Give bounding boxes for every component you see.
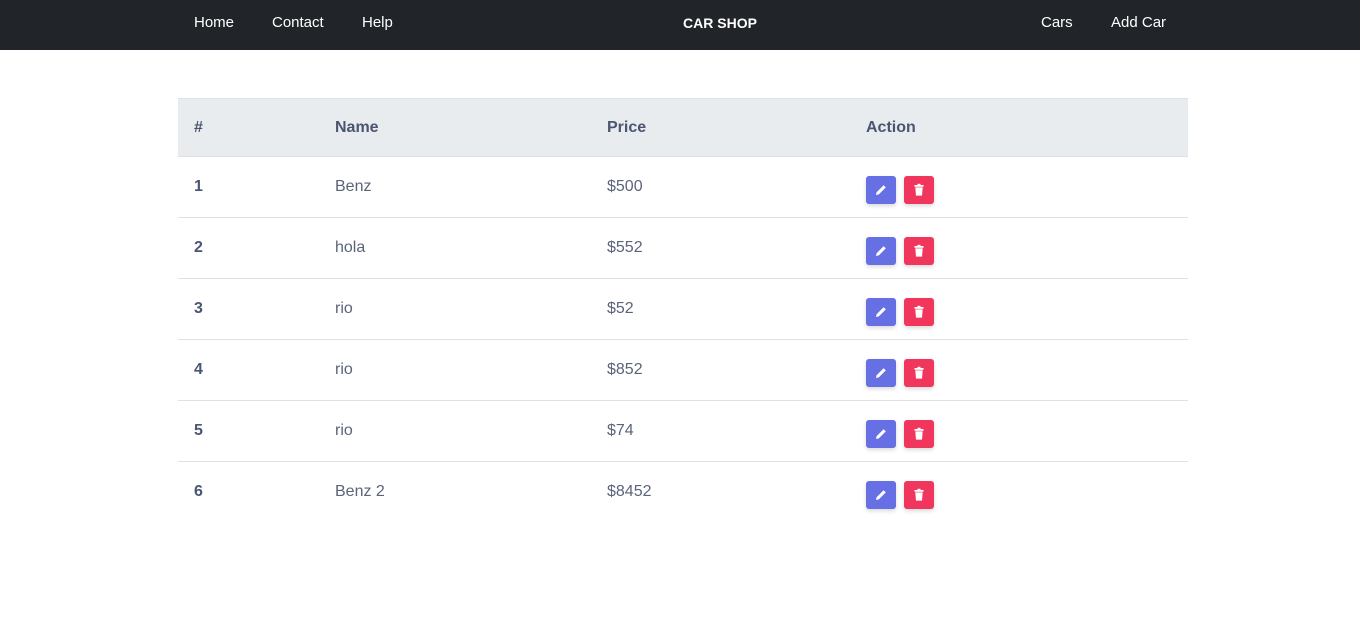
column-header-action: Action	[866, 118, 916, 136]
row-actions	[850, 340, 1188, 401]
table-row: 2 hola $552	[178, 218, 1188, 279]
car-price: $552	[607, 239, 643, 256]
car-price: $8452	[607, 483, 652, 501]
nav-link-add-car[interactable]: Add Car	[1111, 0, 1166, 50]
top-navbar: Home Contact Help CAR SHOP Cars Add Car	[0, 0, 1360, 50]
row-number: 6	[194, 483, 203, 501]
row-actions	[850, 462, 1188, 523]
table-row: 1 Benz $500	[178, 157, 1188, 218]
edit-button[interactable]	[866, 420, 896, 448]
car-price: $500	[607, 178, 643, 195]
car-name: rio	[335, 422, 353, 439]
delete-button[interactable]	[904, 481, 934, 510]
edit-button[interactable]	[866, 298, 896, 326]
delete-button[interactable]	[904, 420, 934, 448]
car-name: Benz 2	[335, 483, 385, 501]
cars-table-container: # Name Price Action 1 Benz $500 2 hola $552 3 r…	[178, 98, 1188, 523]
car-name: Benz	[335, 178, 372, 195]
table-row: 4 rio $852	[178, 340, 1188, 401]
edit-button[interactable]	[866, 237, 896, 265]
delete-button[interactable]	[904, 359, 934, 387]
column-header-name: Name	[335, 118, 379, 136]
row-actions	[850, 218, 1188, 279]
delete-button[interactable]	[904, 176, 934, 204]
column-header-number: #	[194, 118, 203, 136]
table-row: 6 Benz 2 $8452	[178, 462, 1188, 523]
nav-link-cars[interactable]: Cars	[1041, 0, 1073, 50]
row-number: 2	[194, 239, 203, 256]
row-number: 1	[194, 178, 203, 195]
edit-button[interactable]	[866, 176, 896, 204]
row-number: 4	[194, 361, 203, 378]
table-row: 5 rio $74	[178, 401, 1188, 462]
car-price: $852	[607, 361, 643, 378]
car-price: $74	[607, 422, 634, 439]
table-row: 3 rio $52	[178, 279, 1188, 340]
delete-button[interactable]	[904, 237, 934, 265]
delete-button[interactable]	[904, 298, 934, 326]
car-name: rio	[335, 300, 353, 317]
row-actions	[850, 157, 1188, 218]
edit-button[interactable]	[866, 481, 896, 510]
edit-button[interactable]	[866, 359, 896, 387]
row-number: 3	[194, 300, 203, 317]
row-actions	[850, 401, 1188, 462]
cars-table: # Name Price Action 1 Benz $500 2 hola $552 3 r…	[178, 98, 1188, 523]
row-number: 5	[194, 422, 203, 439]
column-header-price: Price	[607, 118, 647, 136]
car-name: rio	[335, 361, 353, 378]
car-name: hola	[335, 239, 366, 256]
car-price: $52	[607, 300, 634, 317]
row-actions	[850, 279, 1188, 340]
table-header-row: # Name Price Action	[178, 98, 1188, 157]
